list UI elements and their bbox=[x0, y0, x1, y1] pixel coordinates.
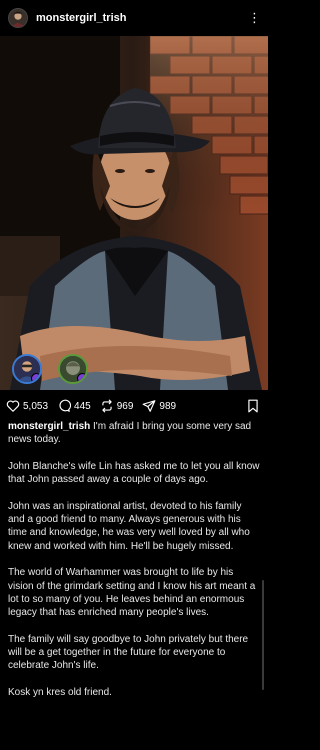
repost-icon bbox=[102, 399, 112, 413]
like-count: 5,053 bbox=[23, 400, 49, 412]
caption-author[interactable]: monstergirl_trish bbox=[8, 421, 90, 432]
profile-avatar[interactable] bbox=[8, 8, 28, 28]
caption-paragraph: Kosk yn kres old friend. bbox=[8, 686, 112, 698]
heart-icon bbox=[6, 400, 20, 412]
avatar-image-icon bbox=[9, 9, 27, 27]
comment-button[interactable]: 445 bbox=[57, 399, 91, 413]
caption-paragraph: John was an inspirational artist, devote… bbox=[8, 500, 250, 552]
post-photo[interactable] bbox=[0, 36, 268, 390]
repost-button[interactable]: 969 bbox=[100, 399, 134, 413]
scrollbar[interactable] bbox=[262, 580, 264, 690]
share-button[interactable]: 989 bbox=[142, 399, 176, 413]
post-header: monstergirl_trish ⋮ bbox=[0, 0, 268, 36]
comment-count: 445 bbox=[74, 400, 91, 412]
badge-icon bbox=[77, 373, 86, 382]
share-count: 989 bbox=[159, 400, 177, 412]
post-caption: monstergirl_trish I'm afraid I bring you… bbox=[8, 420, 260, 713]
bookmark-icon bbox=[248, 399, 258, 413]
caption-paragraph: The family will say goodbye to John priv… bbox=[8, 633, 249, 672]
post-username[interactable]: monstergirl_trish bbox=[36, 12, 126, 24]
tagged-user-avatar[interactable] bbox=[12, 354, 42, 384]
badge-icon bbox=[31, 373, 40, 382]
repost-count: 969 bbox=[116, 400, 134, 412]
caption-paragraph: John Blanche's wife Lin has asked me to … bbox=[8, 460, 260, 486]
post-actions: 5,053 445 969 989 bbox=[6, 396, 262, 416]
tagged-users bbox=[12, 354, 88, 384]
save-button[interactable] bbox=[247, 399, 262, 413]
caption-paragraph: The world of Warhammer was brought to li… bbox=[8, 567, 256, 619]
comment-icon bbox=[59, 399, 72, 412]
more-vertical-icon[interactable]: ⋮ bbox=[248, 10, 261, 26]
tagged-user-avatar[interactable] bbox=[58, 354, 88, 384]
like-button[interactable]: 5,053 bbox=[6, 399, 48, 413]
send-icon bbox=[142, 400, 156, 412]
caption-intro: monstergirl_trish I'm afraid I bring you… bbox=[8, 420, 260, 447]
portrait-illustration bbox=[0, 36, 268, 390]
